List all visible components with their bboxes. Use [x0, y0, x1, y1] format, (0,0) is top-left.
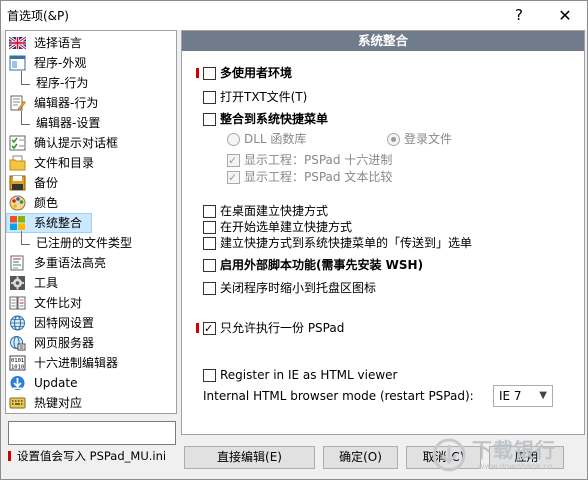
ok-button[interactable]: 确定(O) [323, 446, 398, 469]
sidebar-item-label: 文件比对 [34, 296, 83, 310]
checkbox-box[interactable] [203, 67, 216, 80]
sidebar-item-label: 选择语言 [34, 36, 83, 50]
svg-text:1010: 1010 [11, 365, 24, 371]
svg-text:0101: 0101 [11, 358, 24, 364]
sidebar-item-label: 编辑器-行为 [34, 96, 99, 110]
sidebar-item-label: 已注册的文件类型 [36, 236, 133, 250]
window-title: 首选项(&P) [7, 9, 69, 23]
sidebar-item-label: 编辑器-设置 [36, 116, 101, 130]
compare-icon [9, 296, 26, 310]
sidebar-item-label: 程序-外观 [34, 56, 87, 70]
sidebar-item-label: 多重语法高亮 [34, 256, 107, 270]
checkbox-box[interactable] [203, 221, 216, 234]
hex-icon: 01011010 [9, 355, 26, 371]
browser-mode-select[interactable]: IE 7 ▼ [493, 385, 553, 407]
windows-logo-icon [10, 216, 25, 230]
checkbox-box[interactable] [227, 152, 240, 170]
globe-icon [10, 315, 25, 331]
chevron-down-icon: ▼ [539, 390, 547, 401]
tree-branch-line [21, 71, 30, 85]
ini-note-text: 设置值会写入 PSPad_MU.ini [17, 449, 167, 463]
checkbox-box[interactable] [227, 169, 240, 187]
sidebar-item-label: 文件和目录 [34, 156, 95, 170]
sidebar-item-label: 网页服务器 [34, 336, 95, 350]
panel-title: 系统整合 [182, 31, 584, 51]
checkbox-box[interactable] [203, 205, 216, 218]
sidebar-item-label: 工具 [34, 276, 59, 290]
document-edit-icon [10, 95, 26, 111]
window-layout-icon [9, 55, 26, 71]
ini-note: 设置值会写入 PSPad_MU.ini [8, 448, 178, 464]
watermark-logo-icon [432, 438, 466, 472]
tree-filter-input[interactable] [8, 421, 176, 445]
watermark: 下载银行 www.downbank.cn [428, 434, 586, 478]
uk-flag-icon [9, 35, 26, 51]
checkbox-box[interactable] [203, 113, 216, 126]
red-marker [196, 68, 199, 78]
browser-mode-label: Internal HTML browser mode (restart PSPa… [203, 389, 474, 403]
checklist-icon [9, 135, 26, 151]
sidebar-item-label: 十六进制编辑器 [34, 356, 119, 370]
help-button[interactable]: ? [501, 1, 537, 30]
checkbox-box[interactable] [203, 259, 216, 272]
radio-circle[interactable] [387, 133, 400, 146]
checkbox-box[interactable] [203, 369, 216, 382]
sidebar-item-label: 颜色 [34, 196, 59, 210]
radio-circle[interactable] [227, 133, 240, 146]
floppy-disk-icon [9, 175, 26, 191]
tree-branch-line [21, 231, 30, 245]
checkbox-box[interactable] [203, 91, 216, 104]
sidebar-item-label: 程序-行为 [36, 76, 89, 90]
checkbox-box[interactable] [203, 320, 216, 338]
keyboard-icon [9, 397, 26, 409]
sidebar-item-label: 备份 [34, 176, 59, 190]
syntax-icon [10, 255, 24, 271]
sidebar-item-label: 因特网设置 [34, 316, 95, 330]
folder-icon [9, 155, 26, 171]
direct-edit-button[interactable]: 直接编辑(E) [184, 446, 315, 469]
sidebar-item-label: Update [34, 376, 78, 390]
checkbox-box[interactable] [203, 282, 216, 295]
update-icon [10, 376, 25, 390]
gear-icon [10, 276, 25, 290]
close-button[interactable]: ✕ [547, 1, 583, 30]
server-icon [10, 336, 26, 351]
sidebar-item-label: 确认提示对话框 [34, 136, 119, 150]
red-marker [8, 451, 11, 461]
red-marker [196, 323, 199, 333]
preferences-tree[interactable]: 选择语言 程序-外观 程序-行为 编辑器-行为 编辑器-设置 确认提示对话框 文… [5, 30, 177, 414]
sidebar-item-label: 热键对应 [34, 396, 83, 410]
sidebar-item-label: 系统整合 [34, 216, 83, 230]
checkbox-box[interactable] [203, 237, 216, 250]
tree-branch-line [21, 111, 30, 125]
palette-icon [9, 195, 26, 211]
title-bar: 首选项(&P) ? ✕ [1, 1, 587, 30]
